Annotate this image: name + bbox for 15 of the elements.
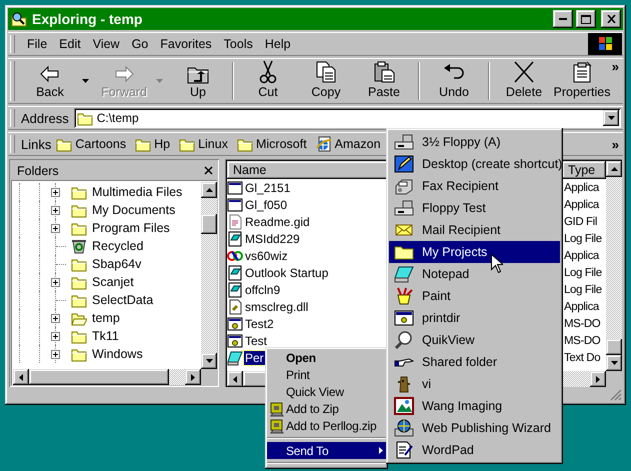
table-cell-text: Applica bbox=[563, 198, 599, 210]
table-cell-text: Applica bbox=[563, 182, 599, 194]
address-label: Address bbox=[21, 110, 69, 126]
table-cell-text: MS-DO bbox=[563, 318, 600, 330]
links-label: Links bbox=[21, 136, 52, 152]
table-cell-text: Log File bbox=[563, 232, 602, 244]
pane-title: Folders bbox=[17, 164, 60, 178]
table-cell-text: Applica bbox=[563, 300, 599, 312]
table-cell-text: GID Fil bbox=[563, 216, 597, 228]
table-cell-text: Log File bbox=[563, 266, 602, 278]
table-cell-text: Log File bbox=[563, 284, 602, 296]
table-cell-text: Text Do bbox=[563, 352, 600, 364]
table-cell-text: Applica bbox=[563, 250, 599, 262]
window-title: Exploring - temp bbox=[32, 11, 144, 27]
table-cell-text: MS-DO bbox=[563, 334, 600, 346]
